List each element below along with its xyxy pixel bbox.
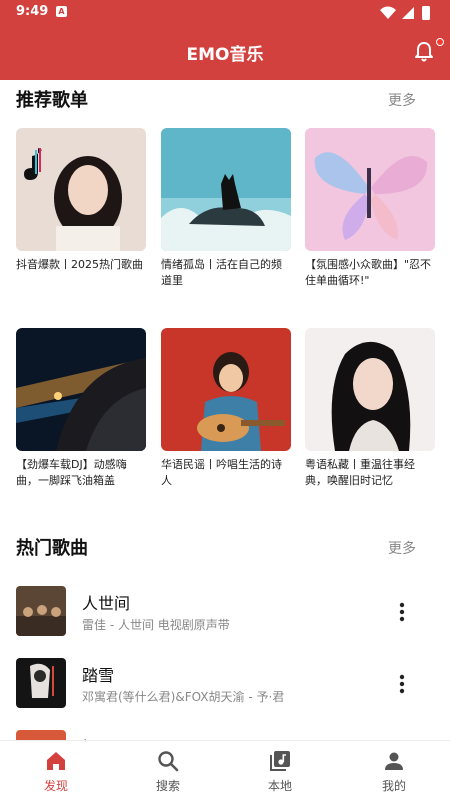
nav-label: 搜索 xyxy=(155,779,180,793)
song-subtitle: 雷佳 - 人世间 电视剧原声带 xyxy=(82,618,230,632)
hot-more-link[interactable]: 更多 xyxy=(388,538,416,558)
song-subtitle: 邓寓君(等什么君)&FOX胡天渝 - 予·君 xyxy=(82,690,285,704)
playlist-title: 【氛围感小众歌曲】"忍不住单曲循环!" xyxy=(305,258,432,287)
more-vert-icon[interactable] xyxy=(392,672,412,696)
app-bar: EMO音乐 xyxy=(0,26,450,80)
nav-label: 我的 xyxy=(381,779,406,793)
person-icon xyxy=(385,752,403,770)
nav-mine[interactable]: 我的 xyxy=(338,741,450,800)
nav-label: 本地 xyxy=(267,779,292,793)
playlist-title: 抖音爆款丨2025热门歌曲 xyxy=(16,258,143,271)
song-row[interactable]: 人世间 雷佳 - 人世间 电视剧原声带 xyxy=(0,586,450,648)
playlist-cover xyxy=(16,328,146,451)
notification-bell-icon[interactable] xyxy=(412,40,436,64)
song-title: 踏雪 xyxy=(82,666,115,685)
playlist-title: 华语民谣丨吟唱生活的诗人 xyxy=(161,458,282,487)
song-row[interactable]: 踏雪 邓寓君(等什么君)&FOX胡天渝 - 予·君 xyxy=(0,658,450,720)
playlist-card[interactable]: 华语民谣丨吟唱生活的诗人 xyxy=(161,328,291,489)
playlist-card[interactable]: 【氛围感小众歌曲】"忍不住单曲循环!" xyxy=(305,128,435,289)
app-title: EMO音乐 xyxy=(186,45,264,65)
playlist-cover xyxy=(161,128,291,251)
playlist-cover xyxy=(305,128,435,251)
status-icons xyxy=(380,6,430,20)
nav-label: 发现 xyxy=(43,779,68,793)
playlist-card[interactable]: 情绪孤岛丨活在自己的频道里 xyxy=(161,128,291,289)
status-time: 9:49 xyxy=(16,4,49,19)
playlist-cover xyxy=(161,328,291,451)
recommend-more-link[interactable]: 更多 xyxy=(388,90,416,110)
battery-icon xyxy=(422,6,430,20)
hot-section-header: 热门歌曲 更多 xyxy=(0,532,450,564)
notification-a-icon: A xyxy=(56,6,67,17)
nav-search[interactable]: 搜索 xyxy=(112,741,224,800)
home-icon xyxy=(47,752,65,770)
recommend-section-header: 推荐歌单 更多 xyxy=(0,84,450,116)
playlist-title: 情绪孤岛丨活在自己的频道里 xyxy=(161,258,282,287)
search-icon xyxy=(158,751,179,772)
playlist-card[interactable]: 抖音爆款丨2025热门歌曲 xyxy=(16,128,146,289)
song-cover xyxy=(16,586,66,636)
playlist-card[interactable]: 粤语私藏丨重温往事经典，唤醒旧时记忆 xyxy=(305,328,435,489)
status-bar: 9:49 A xyxy=(0,0,450,26)
wifi-icon xyxy=(380,6,396,19)
nav-discover[interactable]: 发现 xyxy=(0,741,112,800)
bottom-navigation: 发现 搜索 本地 我的 xyxy=(0,740,450,800)
playlist-card[interactable]: 【劲爆车载DJ】动感嗨曲，一脚踩飞油箱盖 xyxy=(16,328,146,489)
playlist-title: 【劲爆车载DJ】动感嗨曲，一脚踩飞油箱盖 xyxy=(16,458,127,487)
playlist-cover xyxy=(16,128,146,251)
nav-local[interactable]: 本地 xyxy=(224,741,336,800)
music-library-icon xyxy=(270,751,290,771)
notification-badge xyxy=(436,38,444,46)
recommend-section-title: 推荐歌单 xyxy=(16,90,88,111)
song-title: 人世间 xyxy=(82,594,131,613)
song-cover xyxy=(16,658,66,708)
more-vert-icon[interactable] xyxy=(392,600,412,624)
playlist-cover xyxy=(305,328,435,451)
hot-section-title: 热门歌曲 xyxy=(16,538,88,559)
playlist-title: 粤语私藏丨重温往事经典，唤醒旧时记忆 xyxy=(305,458,415,487)
signal-icon xyxy=(402,7,414,19)
